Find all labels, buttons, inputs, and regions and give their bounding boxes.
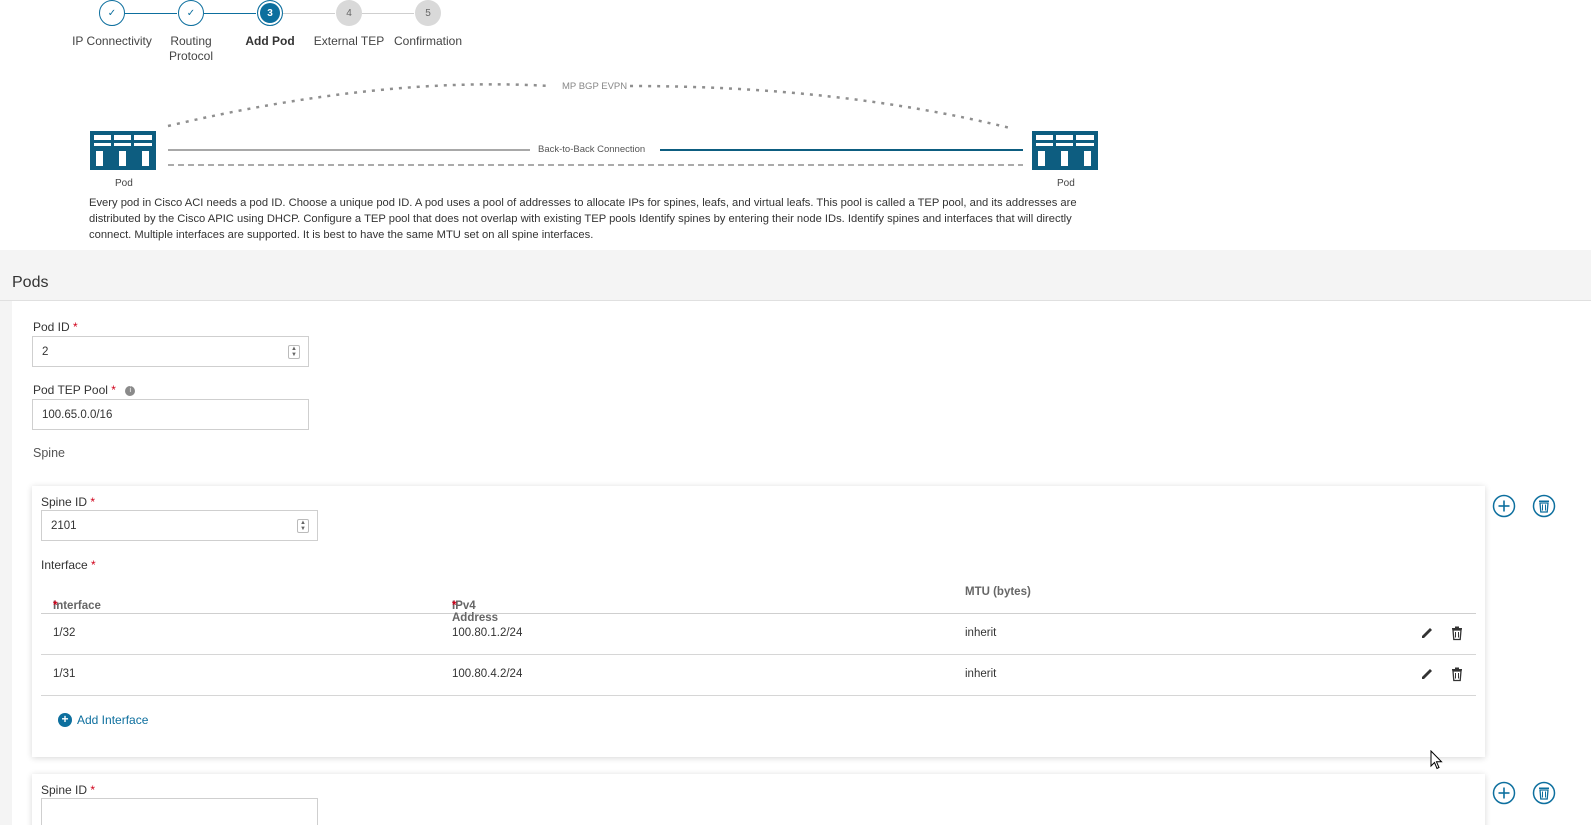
- mtu-cell: inherit: [965, 668, 997, 680]
- pod-connection-diagram: MP BGP EVPN Back-to-Back Connection Pod …: [80, 76, 1120, 196]
- required-mark: *: [90, 783, 96, 797]
- wizard-steps: ✓ IP Connectivity ✓ Routing Protocol 3 A…: [0, 0, 480, 70]
- required-mark: *: [73, 320, 78, 334]
- stepper-icon[interactable]: ▲ ▼: [297, 519, 309, 533]
- pod-left-label: Pod: [115, 178, 133, 189]
- interface-cell: 1/31: [53, 668, 76, 680]
- stepper-icon[interactable]: ▲ ▼: [288, 345, 300, 359]
- required-mark: *: [452, 600, 457, 612]
- spine-id-label-text: Spine ID: [41, 495, 88, 509]
- bgp-arc-right: [629, 84, 1011, 130]
- add-pod-description: Every pod in Cisco ACI needs a pod ID. C…: [89, 197, 1077, 241]
- spine-id-input[interactable]: 2101 ▲ ▼: [41, 510, 318, 541]
- tep-pool-label: Pod TEP Pool * i: [33, 383, 136, 397]
- delete-spine-icon[interactable]: [1532, 494, 1556, 518]
- back-to-back-label: Back-to-Back Connection: [538, 144, 646, 155]
- pod-right-icon: [1032, 131, 1098, 170]
- spine-id-label: Spine ID *: [41, 495, 95, 509]
- diagram-graphic: [90, 83, 1098, 170]
- plus-circle-icon: +: [58, 713, 72, 727]
- required-mark: *: [91, 558, 96, 572]
- mouse-cursor-icon: [1430, 750, 1443, 770]
- tep-pool-value: 100.65.0.0/16: [42, 408, 113, 421]
- spine-id-value: 2101: [51, 519, 77, 532]
- step-number: 4: [336, 0, 362, 26]
- step-number: 5: [415, 0, 441, 26]
- pod-id-value: 2: [42, 345, 49, 358]
- step-number: 3: [257, 0, 283, 26]
- spine-id-label: Spine ID *: [41, 783, 95, 797]
- table-row[interactable]: 1/31 100.80.4.2/24 inherit: [41, 655, 1476, 696]
- spine-section-label: Spine: [33, 446, 65, 460]
- add-interface-button[interactable]: + Add Interface: [58, 713, 148, 727]
- table-row[interactable]: 1/32 100.80.1.2/24 inherit: [41, 614, 1476, 655]
- tep-pool-input[interactable]: 100.65.0.0/16: [32, 399, 309, 430]
- ipv4-cell: 100.80.4.2/24: [452, 668, 523, 680]
- step-label: Confirmation: [393, 34, 463, 48]
- pod-id-label: Pod ID *: [33, 320, 78, 334]
- pod-id-input[interactable]: 2 ▲ ▼: [32, 336, 309, 367]
- add-interface-label: Add Interface: [77, 713, 149, 727]
- interface-label: Interface *: [41, 558, 96, 572]
- header-text: Interface: [53, 600, 101, 612]
- bgp-arc-left: [167, 83, 551, 128]
- pod-right-label: Pod: [1057, 178, 1075, 189]
- required-mark: *: [111, 383, 116, 397]
- spine-id-input[interactable]: [41, 798, 318, 825]
- ipv4-cell: 100.80.1.2/24: [452, 627, 523, 639]
- check-icon: ✓: [178, 0, 204, 26]
- required-mark: *: [53, 600, 58, 612]
- pods-section-title: Pods: [12, 274, 49, 291]
- check-icon: ✓: [99, 0, 125, 26]
- bgp-evpn-label: MP BGP EVPN: [562, 81, 628, 92]
- trash-icon[interactable]: [1449, 666, 1465, 682]
- step-label: Routing Protocol: [168, 34, 214, 63]
- spine-id-label-text: Spine ID: [41, 783, 88, 797]
- required-mark: *: [90, 495, 96, 509]
- pod-id-label-text: Pod ID: [33, 320, 70, 334]
- interface-cell: 1/32: [53, 627, 76, 639]
- wizard-step-confirmation[interactable]: 5 Confirmation: [378, 0, 478, 49]
- add-spine-icon[interactable]: [1492, 781, 1516, 805]
- mtu-cell: inherit: [965, 627, 997, 639]
- pod-left-icon: [90, 131, 156, 170]
- interface-table-header: Interface * IPv4 Address * MTU (bytes): [41, 572, 1476, 624]
- add-spine-icon[interactable]: [1492, 494, 1516, 518]
- info-icon[interactable]: i: [125, 385, 136, 396]
- delete-spine-icon[interactable]: [1532, 781, 1556, 805]
- edit-icon[interactable]: [1419, 625, 1435, 641]
- edit-icon[interactable]: [1419, 666, 1435, 682]
- column-header-mtu[interactable]: MTU (bytes): [965, 586, 1031, 598]
- interface-label-text: Interface: [41, 558, 88, 572]
- trash-icon[interactable]: [1449, 625, 1465, 641]
- tep-pool-label-text: Pod TEP Pool: [33, 383, 108, 397]
